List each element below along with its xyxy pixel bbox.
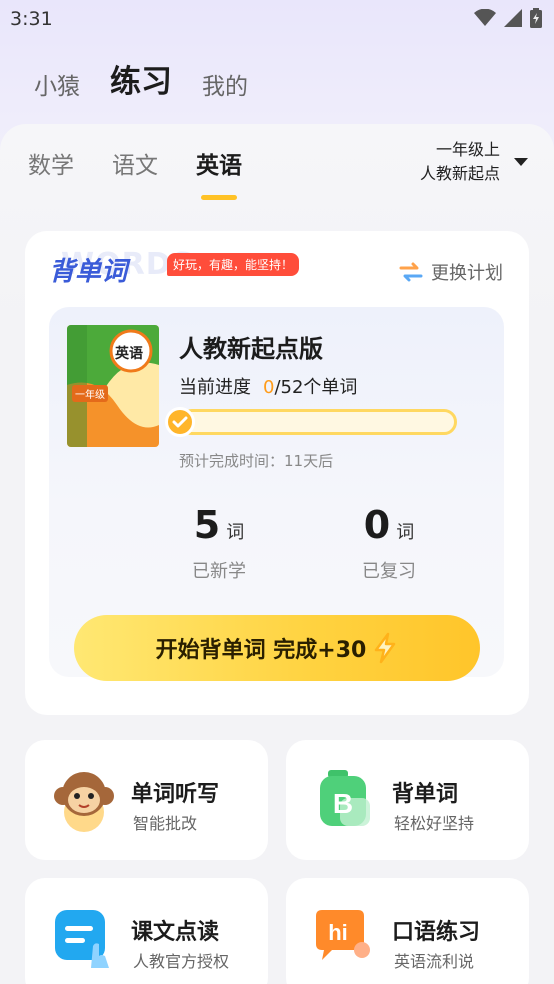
tile-speaking[interactable]: hi 口语练习 英语流利说 xyxy=(286,878,529,984)
start-vocab-button[interactable]: 开始背单词 完成+30 xyxy=(74,615,480,681)
nav-xiaoyuan[interactable]: 小猿 xyxy=(34,67,80,101)
tile-dictation[interactable]: 单词听写 智能批改 xyxy=(25,740,268,860)
book-cover[interactable]: 英语 一年级 xyxy=(67,325,159,447)
stat-review: 0词 已复习 xyxy=(319,503,459,583)
grade-label: 一年级上 xyxy=(435,140,500,159)
tile-vocab[interactable]: B 背单词 轻松好坚持 xyxy=(286,740,529,860)
tab-chinese[interactable]: 语文 xyxy=(112,146,158,180)
stat-new-label: 已新学 xyxy=(192,561,246,582)
stat-review-unit: 词 xyxy=(396,522,415,543)
tile-reading-subtitle: 人教官方授权 xyxy=(133,952,230,971)
hi-speech-icon: hi xyxy=(316,910,370,960)
tile-dictation-title: 单词听写 xyxy=(131,782,220,807)
book-name: 人教新起点版 xyxy=(179,335,323,363)
change-plan-label: 更换计划 xyxy=(431,263,503,284)
progress-bar xyxy=(179,409,457,435)
tile-speaking-subtitle: 英语流利说 xyxy=(394,952,475,971)
eta-text: 预计完成时间：11天后 xyxy=(179,452,334,470)
signal-icon xyxy=(504,9,522,27)
vocab-card: WORDS 背单词 好玩，有趣，能坚持！ 更换计划 英语 一年级 人教新起点版 … xyxy=(25,231,529,715)
tab-math[interactable]: 数学 xyxy=(28,146,74,180)
tile-dictation-subtitle: 智能批改 xyxy=(133,814,198,833)
letter-b-icon: B xyxy=(320,770,370,826)
vocab-title: 背单词 xyxy=(49,257,128,287)
cover-grade: 一年级 xyxy=(72,385,108,402)
tab-active-underline xyxy=(201,195,237,200)
stat-new-unit: 词 xyxy=(226,522,245,543)
edition-label: 人教新起点 xyxy=(419,164,500,183)
vocab-title-wrap: WORDS 背单词 好玩，有趣，能坚持！ xyxy=(49,247,300,288)
tile-speaking-title: 口语练习 xyxy=(392,920,481,945)
stat-review-value: 0 xyxy=(363,503,391,547)
wifi-icon xyxy=(474,9,496,26)
tile-vocab-subtitle: 轻松好坚持 xyxy=(394,814,475,833)
nav-practice[interactable]: 练习 xyxy=(110,56,172,101)
grade-text-block: 一年级上 人教新起点 xyxy=(420,138,500,186)
grade-select[interactable]: 一年级上 人教新起点 xyxy=(420,138,528,186)
tile-vocab-title: 背单词 xyxy=(392,782,459,807)
nav-mine[interactable]: 我的 xyxy=(202,67,248,101)
stat-new-value: 5 xyxy=(193,503,221,547)
battery-icon xyxy=(530,8,542,28)
progress-line: 当前进度 0 /52个单词 xyxy=(179,373,357,399)
tab-english[interactable]: 英语 xyxy=(196,146,242,200)
status-time: 3:31 xyxy=(10,8,53,30)
progress-total: /52个单词 xyxy=(274,377,358,398)
progress-check-icon xyxy=(165,407,195,437)
tile-reading[interactable]: 课文点读 人教官方授权 xyxy=(25,878,268,984)
tab-english-label: 英语 xyxy=(196,153,242,179)
stat-review-label: 已复习 xyxy=(362,561,416,582)
tile-reading-title: 课文点读 xyxy=(131,920,220,945)
lightning-icon xyxy=(375,632,396,664)
caret-down-icon xyxy=(514,158,528,166)
stat-new: 5词 已新学 xyxy=(149,503,289,583)
change-plan-button[interactable]: 更换计划 xyxy=(399,259,503,285)
start-vocab-label: 开始背单词 完成+30 xyxy=(155,638,367,663)
text-pointer-icon xyxy=(55,910,109,968)
svg-text:hi: hi xyxy=(328,920,348,945)
progress-label: 当前进度 xyxy=(179,377,251,398)
status-bar: 3:31 xyxy=(0,0,554,38)
subject-tabs: 数学 语文 英语 xyxy=(28,146,242,200)
cover-subject: 英语 xyxy=(115,346,143,362)
progress-current: 0 xyxy=(263,377,275,398)
svg-text:B: B xyxy=(333,788,353,819)
status-icons xyxy=(474,8,542,28)
slogan-badge: 好玩，有趣，能坚持！ xyxy=(167,253,300,276)
swap-icon xyxy=(399,262,423,282)
top-nav: 小猿 练习 我的 xyxy=(34,56,248,101)
monkey-mascot-icon xyxy=(54,772,114,832)
